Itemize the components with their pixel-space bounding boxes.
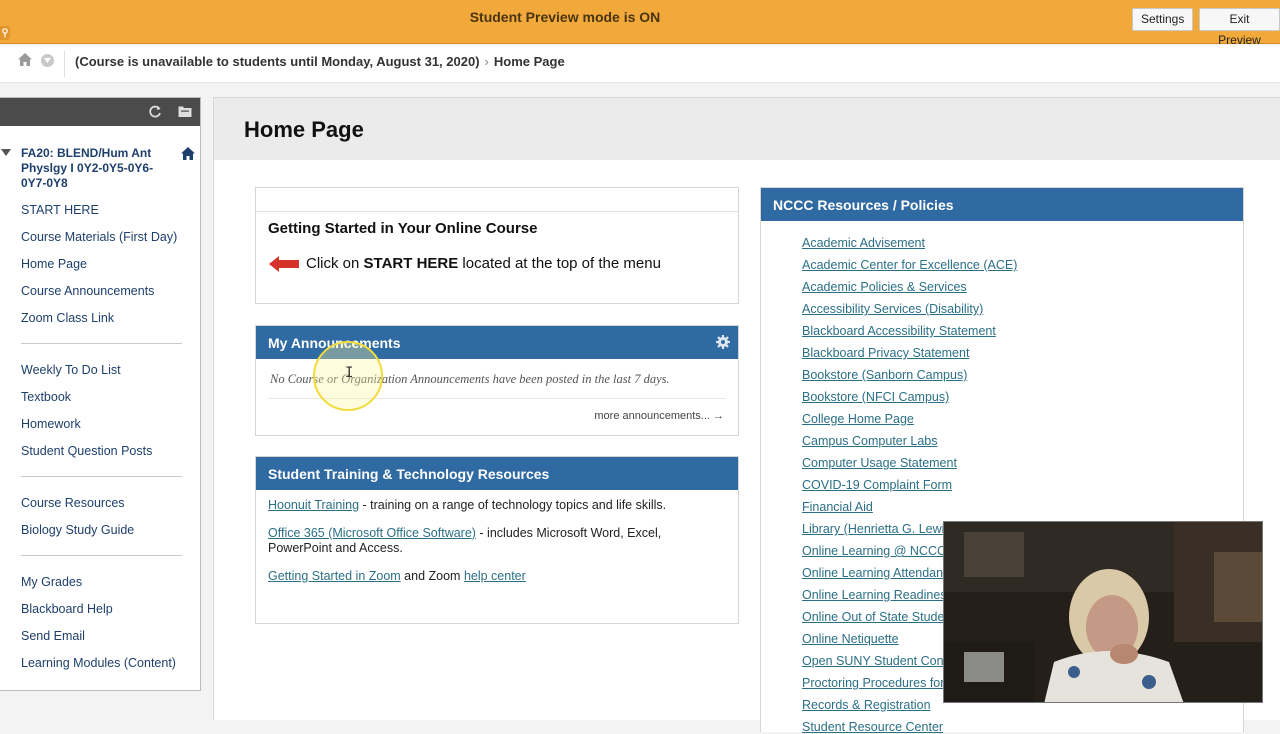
resource-link[interactable]: Academic Policies & Services bbox=[802, 280, 967, 294]
breadcrumb-current: Home Page bbox=[493, 54, 565, 69]
course-menu: FA20: BLEND/Hum Ant Physlgy I 0Y2-0Y5-0Y… bbox=[0, 97, 201, 691]
menu-divider bbox=[21, 476, 182, 477]
resource-link[interactable]: Blackboard Accessibility Statement bbox=[802, 324, 996, 338]
student-preview-bar: Student Preview mode is ON Settings Exit… bbox=[0, 0, 1280, 47]
menu-item-my-grades[interactable]: My Grades bbox=[21, 575, 82, 589]
breadcrumb-course-status[interactable]: (Course is unavailable to students until… bbox=[75, 54, 480, 69]
breadcrumb: (Course is unavailable to students until… bbox=[75, 54, 565, 69]
settings-button[interactable]: Settings bbox=[1132, 8, 1194, 31]
menu-item-blackboard-help[interactable]: Blackboard Help bbox=[21, 602, 113, 616]
page-title: Home Page bbox=[244, 117, 364, 142]
resource-link[interactable]: Records & Registration bbox=[802, 698, 931, 712]
resource-link[interactable]: Bookstore (Sanborn Campus) bbox=[802, 368, 967, 382]
home-icon[interactable] bbox=[17, 52, 33, 72]
getting-started-zoom-link[interactable]: Getting Started in Zoom bbox=[268, 569, 401, 583]
hoonuit-training-link[interactable]: Hoonuit Training bbox=[268, 498, 359, 512]
red-arrow-left-icon bbox=[269, 256, 299, 273]
training-header: Student Training & Technology Resources bbox=[256, 457, 738, 490]
resource-link[interactable]: Online Netiquette bbox=[802, 632, 899, 646]
text-cursor-icon: I bbox=[345, 365, 354, 381]
getting-started-instruction: Click on START HERE located at the top o… bbox=[268, 255, 661, 273]
resource-link[interactable]: Online Learning @ NCCC bbox=[802, 544, 946, 558]
training-row-text: and Zoom bbox=[400, 569, 464, 583]
training-module: Student Training & Technology Resources … bbox=[255, 456, 739, 624]
menu-item-send-email[interactable]: Send Email bbox=[21, 629, 85, 643]
preview-mode-title: Student Preview mode is ON bbox=[469, 9, 661, 25]
menu-item-biology-study-guide[interactable]: Biology Study Guide bbox=[21, 523, 134, 537]
page-title-bar: Home Page bbox=[214, 98, 1280, 160]
getting-started-header bbox=[256, 188, 738, 212]
gear-icon[interactable] bbox=[715, 334, 731, 350]
resource-link[interactable]: Computer Usage Statement bbox=[802, 456, 957, 470]
zoom-help-center-link[interactable]: help center bbox=[464, 569, 526, 583]
more-announcements-link[interactable]: more announcements... → bbox=[594, 410, 724, 422]
menu-item-course-resources[interactable]: Course Resources bbox=[21, 496, 125, 510]
resource-link[interactable]: COVID-19 Complaint Form bbox=[802, 478, 952, 492]
resources-title: NCCC Resources / Policies bbox=[773, 197, 954, 213]
webcam-video-overlay bbox=[943, 521, 1263, 703]
resource-link[interactable]: Bookstore (NFCI Campus) bbox=[802, 390, 949, 404]
collapse-caret-icon[interactable] bbox=[1, 149, 11, 156]
menu-divider bbox=[21, 343, 182, 344]
instruction-emphasis: START HERE bbox=[363, 255, 459, 272]
menu-item-homework[interactable]: Homework bbox=[21, 417, 81, 431]
resource-link[interactable]: College Home Page bbox=[802, 412, 914, 426]
course-title[interactable]: FA20: BLEND/Hum Ant Physlgy I 0Y2-0Y5-0Y… bbox=[21, 146, 171, 191]
chevron-down-icon[interactable] bbox=[41, 54, 54, 67]
course-menu-header bbox=[0, 98, 200, 126]
training-row-text: - training on a range of technology topi… bbox=[359, 498, 667, 512]
menu-item-weekly-to-do[interactable]: Weekly To Do List bbox=[21, 363, 121, 377]
menu-item-student-question-posts[interactable]: Student Question Posts bbox=[21, 444, 152, 458]
instruction-prefix: Click on bbox=[306, 255, 364, 272]
menu-divider bbox=[21, 555, 182, 556]
menu-item-home-page[interactable]: Home Page bbox=[21, 257, 87, 271]
course-home-icon[interactable] bbox=[180, 146, 196, 166]
webcam-image bbox=[944, 522, 1262, 702]
training-row: Getting Started in Zoom and Zoom help ce… bbox=[268, 569, 728, 584]
getting-started-module: Getting Started in Your Online Course Cl… bbox=[255, 187, 739, 304]
breadcrumb-separator-icon: › bbox=[484, 54, 489, 69]
resource-link[interactable]: Campus Computer Labs bbox=[802, 434, 937, 448]
exit-preview-button[interactable]: Exit Preview bbox=[1199, 8, 1280, 47]
resource-link[interactable]: Blackboard Privacy Statement bbox=[802, 346, 969, 360]
resource-link[interactable]: Online Learning Attendance bbox=[802, 566, 956, 580]
instruction-suffix: located at the top of the menu bbox=[458, 255, 661, 272]
training-title: Student Training & Technology Resources bbox=[268, 466, 550, 482]
resource-link[interactable]: Academic Advisement bbox=[802, 236, 925, 250]
menu-item-zoom-class-link[interactable]: Zoom Class Link bbox=[21, 311, 114, 325]
folder-view-icon[interactable] bbox=[177, 104, 193, 120]
menu-item-learning-modules[interactable]: Learning Modules (Content) bbox=[21, 656, 176, 670]
resources-header: NCCC Resources / Policies bbox=[761, 188, 1243, 221]
resource-link[interactable]: Accessibility Services (Disability) bbox=[802, 302, 983, 316]
menu-item-textbook[interactable]: Textbook bbox=[21, 390, 71, 404]
resource-link[interactable]: Academic Center for Excellence (ACE) bbox=[802, 258, 1017, 272]
menu-item-course-announcements[interactable]: Course Announcements bbox=[21, 284, 154, 298]
resource-link[interactable]: Online Learning Readiness bbox=[802, 588, 953, 602]
resource-link[interactable]: Financial Aid bbox=[802, 500, 873, 514]
office-365-link[interactable]: Office 365 (Microsoft Office Software) bbox=[268, 526, 476, 540]
breadcrumb-bar: (Course is unavailable to students until… bbox=[0, 45, 1280, 83]
refresh-icon[interactable] bbox=[147, 104, 163, 120]
getting-started-title: Getting Started in Your Online Course bbox=[268, 220, 538, 237]
training-row: Hoonuit Training - training on a range o… bbox=[268, 498, 728, 513]
resource-link[interactable]: Online Out of State Students bbox=[802, 610, 961, 624]
key-icon bbox=[0, 26, 10, 40]
menu-item-start-here[interactable]: START HERE bbox=[21, 203, 99, 217]
breadcrumb-divider bbox=[64, 51, 65, 77]
menu-item-course-materials[interactable]: Course Materials (First Day) bbox=[21, 230, 177, 244]
resource-link[interactable]: Student Resource Center bbox=[802, 720, 943, 734]
training-row: Office 365 (Microsoft Office Software) -… bbox=[268, 526, 728, 556]
